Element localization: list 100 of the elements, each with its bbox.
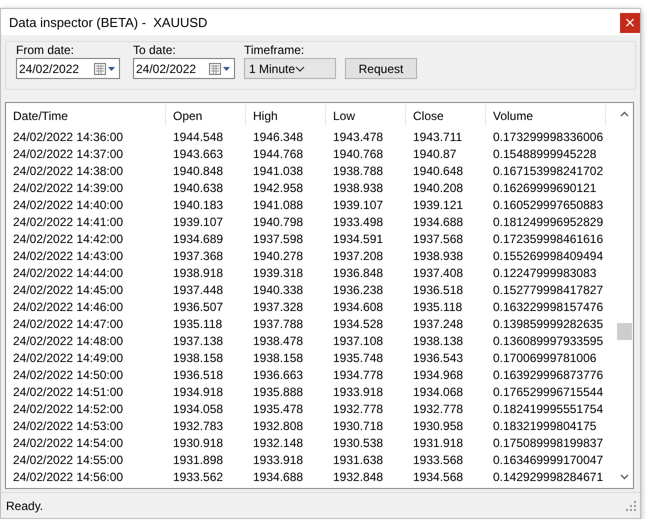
table-cell-text: 24/02/2022 14:55:00 [12, 452, 124, 469]
request-button[interactable]: Request [345, 58, 417, 79]
table-cell-text: 1941.088 [252, 197, 304, 214]
table-cell-text: 1940.183 [172, 197, 224, 214]
table-cell-text: 0.181249996952829 [492, 214, 604, 231]
table-cell-text: 1931.898 [172, 452, 224, 469]
timeframe-dropdown[interactable]: 1 Minute [244, 58, 336, 79]
table-cell-text: 1942.958 [252, 180, 304, 197]
table-cell-text: 24/02/2022 14:39:00 [12, 180, 124, 197]
table-cell-text: 24/02/2022 14:50:00 [12, 367, 124, 384]
column-header[interactable]: Open [166, 105, 246, 125]
field-label: To date: [133, 43, 177, 58]
column-header[interactable]: Date/Time [6, 105, 166, 125]
table-cell-text: 1940.798 [252, 214, 304, 231]
table-cell-text: 1937.788 [252, 316, 304, 333]
table-cell-text: 1930.538 [332, 435, 384, 452]
table-cell-text: 24/02/2022 14:42:00 [12, 231, 124, 248]
table-cell-text: 1934.688 [412, 214, 464, 231]
table-cell-text: 0.18321999804175 [492, 418, 598, 435]
table-cell-text: 1938.938 [332, 180, 384, 197]
table-cell-text: 1937.208 [332, 248, 384, 265]
table-cell-text: 1940.338 [252, 282, 304, 299]
table-cell-text: 1943.478 [332, 129, 384, 146]
column-header[interactable]: Low [326, 105, 406, 125]
table-cell-text: 1938.138 [412, 333, 464, 350]
table-cell-text: 24/02/2022 14:56:00 [12, 469, 124, 486]
table-cell-text: 1932.848 [332, 469, 384, 486]
table-cell-text: 24/02/2022 14:36:00 [12, 129, 124, 146]
table-cell-text: 0.160529997650883 [492, 197, 604, 214]
table-cell-text: 1936.663 [252, 367, 304, 384]
column-header[interactable]: Volume [486, 105, 606, 125]
table-cell-text: 0.136089997933595 [492, 333, 604, 350]
table-cell-text: 1946.348 [252, 129, 304, 146]
table-cell-text: 1940.648 [412, 163, 464, 180]
table-cell-text: 0.163469999170047 [492, 452, 604, 469]
table-cell-text: 1939.318 [252, 265, 304, 282]
table-cell-text: 24/02/2022 14:41:00 [12, 214, 124, 231]
table-cell-text: 1933.918 [252, 452, 304, 469]
table-cell-text: 24/02/2022 14:54:00 [12, 435, 124, 452]
table-cell-text: 1938.918 [172, 265, 224, 282]
table-cell-text: 1933.568 [412, 452, 464, 469]
table-cell-text: 0.12247999983083 [492, 265, 598, 282]
table-cell-text: 24/02/2022 14:37:00 [12, 146, 124, 163]
status-text: Ready. [6, 498, 44, 512]
table-cell-text: 1934.918 [172, 384, 224, 401]
table-cell-text: 0.142929998284671 [492, 469, 604, 486]
table-cell-text: 1944.548 [172, 129, 224, 146]
table-cell-text: 1936.518 [412, 282, 464, 299]
table-cell-text: 24/02/2022 14:45:00 [12, 282, 124, 299]
table-cell-text: 0.17006999781006 [492, 350, 598, 367]
table-cell-text: 1934.778 [332, 367, 384, 384]
table-cell-text: 1940.87 [412, 146, 458, 163]
table-cell-text: 1934.591 [332, 231, 384, 248]
table-cell-text: 24/02/2022 14:48:00 [12, 333, 124, 350]
table-cell-text: 0.139859999282635 [492, 316, 604, 333]
table-cell-text: 1934.528 [332, 316, 384, 333]
table-cell-text: 0.175089998199837 [492, 435, 604, 452]
table-cell-text: 0.167153998241702 [492, 163, 604, 180]
window-title: Data inspector (BETA) - XAUUSD [9, 14, 208, 30]
table-cell-text: 1937.598 [252, 231, 304, 248]
table-cell-text: 1932.778 [412, 401, 464, 418]
table-cell-text: 0.182419995551754 [492, 401, 604, 418]
table-cell-text: 1933.498 [332, 214, 384, 231]
table-cell-text: 1939.107 [332, 197, 384, 214]
table-cell-text: 1936.848 [332, 265, 384, 282]
column-header[interactable]: Close [406, 105, 486, 125]
table-cell-text: 1938.478 [252, 333, 304, 350]
table-cell-text: 24/02/2022 14:43:00 [12, 248, 124, 265]
table-cell-text: 1940.278 [252, 248, 304, 265]
table-cell-text: 1938.788 [332, 163, 384, 180]
table-cell-text: 1935.478 [252, 401, 304, 418]
table-cell-text: 24/02/2022 14:38:00 [12, 163, 124, 180]
table-cell-text: 1933.562 [172, 469, 224, 486]
close-button[interactable]: × [620, 13, 640, 33]
table-cell-text: 1943.711 [412, 129, 464, 146]
table-cell-text: 1934.689 [172, 231, 224, 248]
column-header[interactable]: High [246, 105, 326, 125]
table-cell-text: 1932.148 [252, 435, 304, 452]
table-cell-text: 1934.688 [252, 469, 304, 486]
table-cell-text: 1932.778 [332, 401, 384, 418]
table-cell-text: 24/02/2022 14:53:00 [12, 418, 124, 435]
table-cell-text: 1937.248 [412, 316, 464, 333]
table-cell-text: 1944.768 [252, 146, 304, 163]
table-cell-text: 1935.888 [252, 384, 304, 401]
field-label: From date: [16, 43, 76, 58]
table-cell-text: 24/02/2022 14:47:00 [12, 316, 124, 333]
table-cell-text: 24/02/2022 14:49:00 [12, 350, 124, 367]
table-cell-text: 24/02/2022 14:51:00 [12, 384, 124, 401]
table-cell-text: 1938.158 [252, 350, 304, 367]
date-picker-field[interactable]: 24/02/2022 [133, 58, 235, 79]
table-cell-text: 1941.038 [252, 163, 304, 180]
table-cell-text: 0.172359998461616 [492, 231, 604, 248]
table-cell-text: 1937.328 [252, 299, 304, 316]
table-cell-text: 0.163229998157476 [492, 299, 604, 316]
table-cell-text: 1937.138 [172, 333, 224, 350]
table-cell-text: 1937.408 [412, 265, 464, 282]
table-cell-text: 1935.118 [412, 299, 464, 316]
date-picker-field[interactable]: 24/02/2022 [16, 58, 120, 79]
table-cell-text: 1934.968 [412, 367, 464, 384]
table-cell-text: 0.173299998336006 [492, 129, 604, 146]
